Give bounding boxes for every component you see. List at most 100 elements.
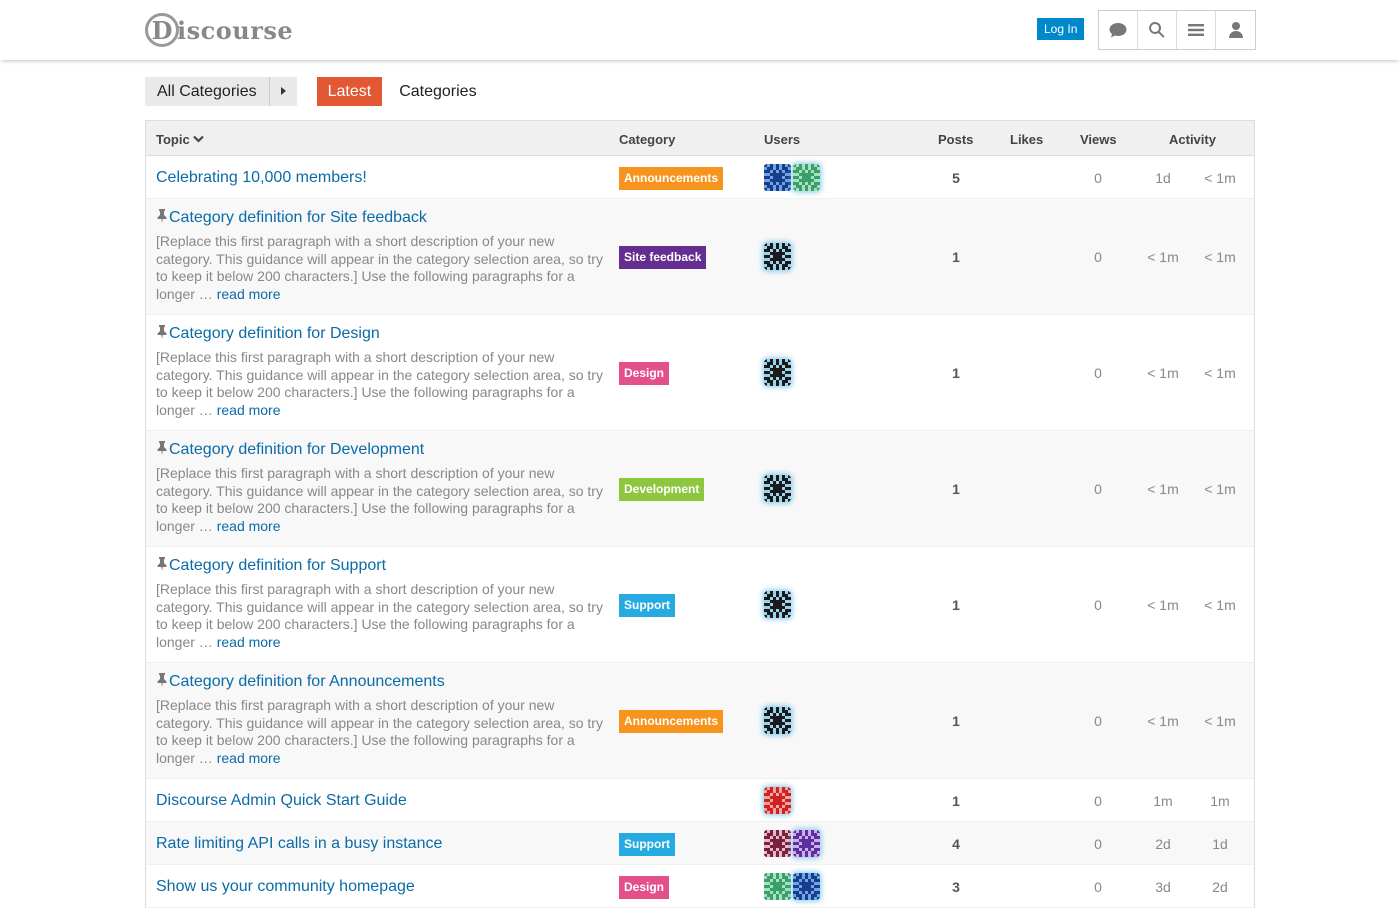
chat-button[interactable] (1099, 11, 1138, 49)
activity-last[interactable]: < 1m (1199, 365, 1241, 381)
topic-title-link[interactable]: Show us your community homepage (156, 878, 415, 895)
category-badge[interactable]: Support (619, 833, 675, 856)
avatar[interactable] (764, 591, 791, 618)
avatar[interactable] (764, 359, 791, 386)
avatar[interactable] (764, 707, 791, 734)
topic-cell: Rate limiting API calls in a busy instan… (156, 835, 442, 853)
activity-created[interactable]: 3d (1142, 879, 1184, 895)
chat-icon (1109, 23, 1127, 38)
avatar[interactable] (764, 475, 791, 502)
pin-icon (156, 673, 168, 687)
header-views[interactable]: Views (1080, 132, 1117, 147)
header-posts[interactable]: Posts (938, 132, 973, 147)
topic-cell: Category definition for Design [Replace t… (156, 325, 611, 419)
category-dropdown-label: All Categories (157, 82, 257, 100)
topic-title-link[interactable]: Category definition for Site feedback (169, 209, 427, 226)
header-topic[interactable]: Topic (156, 132, 205, 147)
topic-title-link[interactable]: Discourse Admin Quick Start Guide (156, 792, 407, 809)
poster-avatars (764, 873, 822, 900)
activity-created[interactable]: 1d (1142, 170, 1184, 186)
user-button[interactable] (1216, 11, 1255, 49)
topic-title-link[interactable]: Category definition for Design (169, 325, 380, 342)
views-count: 0 (1094, 793, 1102, 809)
avatar[interactable] (793, 873, 820, 900)
activity-last[interactable]: < 1m (1199, 597, 1241, 613)
tab-latest[interactable]: Latest (316, 76, 383, 106)
topic-title-link[interactable]: Rate limiting API calls in a busy instan… (156, 835, 442, 852)
menu-button[interactable] (1177, 11, 1216, 49)
read-more-link[interactable]: read more (217, 286, 281, 302)
category-badge[interactable]: Announcements (619, 710, 724, 733)
category-badge[interactable]: Development (619, 478, 705, 501)
avatar[interactable] (793, 830, 820, 857)
tab-categories[interactable]: Categories (388, 77, 487, 106)
search-button[interactable] (1138, 11, 1177, 49)
topic-cell: Celebrating 10,000 members! (156, 169, 367, 187)
posts-count[interactable]: 1 (936, 713, 976, 729)
posts-count[interactable]: 3 (936, 879, 976, 895)
activity-created[interactable]: < 1m (1142, 249, 1184, 265)
caret-right-icon[interactable] (268, 76, 297, 106)
header-likes[interactable]: Likes (1010, 132, 1043, 147)
activity-created[interactable]: < 1m (1142, 597, 1184, 613)
activity-created[interactable]: < 1m (1142, 713, 1184, 729)
read-more-link[interactable]: read more (217, 634, 281, 650)
poster-avatars (764, 591, 793, 618)
login-button[interactable]: Log In (1037, 18, 1085, 40)
posts-count[interactable]: 5 (936, 170, 976, 186)
avatar[interactable] (764, 164, 791, 191)
posts-count[interactable]: 1 (936, 249, 976, 265)
activity-last[interactable]: 1d (1199, 836, 1241, 852)
topic-excerpt: [Replace this first paragraph with a sho… (156, 697, 603, 766)
activity-last[interactable]: < 1m (1199, 481, 1241, 497)
topic-title-link[interactable]: Category definition for Support (169, 557, 386, 574)
category-badge[interactable]: Site feedback (619, 246, 707, 269)
hamburger-icon (1188, 24, 1204, 36)
header-activity[interactable]: Activity (1169, 132, 1216, 147)
read-more-link[interactable]: read more (217, 750, 281, 766)
read-more-link[interactable]: read more (217, 402, 281, 418)
activity-created[interactable]: < 1m (1142, 365, 1184, 381)
activity-last[interactable]: 2d (1199, 879, 1241, 895)
category-badge[interactable]: Support (619, 594, 675, 617)
site-header: D iscourse Log In (0, 0, 1400, 60)
topic-cell: Discourse Admin Quick Start Guide (156, 792, 407, 810)
activity-last[interactable]: < 1m (1199, 713, 1241, 729)
avatar[interactable] (764, 830, 791, 857)
activity-last[interactable]: < 1m (1199, 249, 1241, 265)
site-logo[interactable]: D iscourse (145, 12, 293, 48)
category-badge[interactable]: Design (619, 362, 670, 385)
activity-created[interactable]: 1m (1142, 793, 1184, 809)
poster-avatars (764, 787, 793, 814)
activity-created[interactable]: < 1m (1142, 481, 1184, 497)
posts-count[interactable]: 1 (936, 481, 976, 497)
header-category[interactable]: Category (619, 132, 675, 147)
topic-excerpt: [Replace this first paragraph with a sho… (156, 465, 603, 534)
logo-text: iscourse (177, 15, 294, 45)
table-row: Celebrating 10,000 members! Announcements… (146, 156, 1254, 199)
activity-last[interactable]: < 1m (1199, 170, 1241, 186)
category-badge[interactable]: Announcements (619, 167, 724, 190)
avatar[interactable] (793, 164, 820, 191)
views-count: 0 (1094, 170, 1102, 186)
avatar[interactable] (764, 787, 791, 814)
category-dropdown[interactable]: All Categories (145, 76, 297, 106)
posts-count[interactable]: 1 (936, 793, 976, 809)
topic-title-link[interactable]: Celebrating 10,000 members! (156, 169, 367, 186)
read-more-link[interactable]: read more (217, 518, 281, 534)
activity-created[interactable]: 2d (1142, 836, 1184, 852)
topic-title-link[interactable]: Category definition for Development (169, 441, 424, 458)
category-badge[interactable]: Design (619, 876, 670, 899)
avatar[interactable] (764, 873, 791, 900)
topic-title-link[interactable]: Category definition for Announcements (169, 673, 445, 690)
views-count: 0 (1094, 879, 1102, 895)
posts-count[interactable]: 1 (936, 365, 976, 381)
views-count: 0 (1094, 365, 1102, 381)
activity-last[interactable]: 1m (1199, 793, 1241, 809)
avatar[interactable] (764, 243, 791, 270)
posts-count[interactable]: 4 (936, 836, 976, 852)
poster-avatars (764, 359, 793, 386)
pin-icon (156, 557, 168, 571)
posts-count[interactable]: 1 (936, 597, 976, 613)
navigation-bar: All Categories Latest Categories (145, 76, 488, 106)
